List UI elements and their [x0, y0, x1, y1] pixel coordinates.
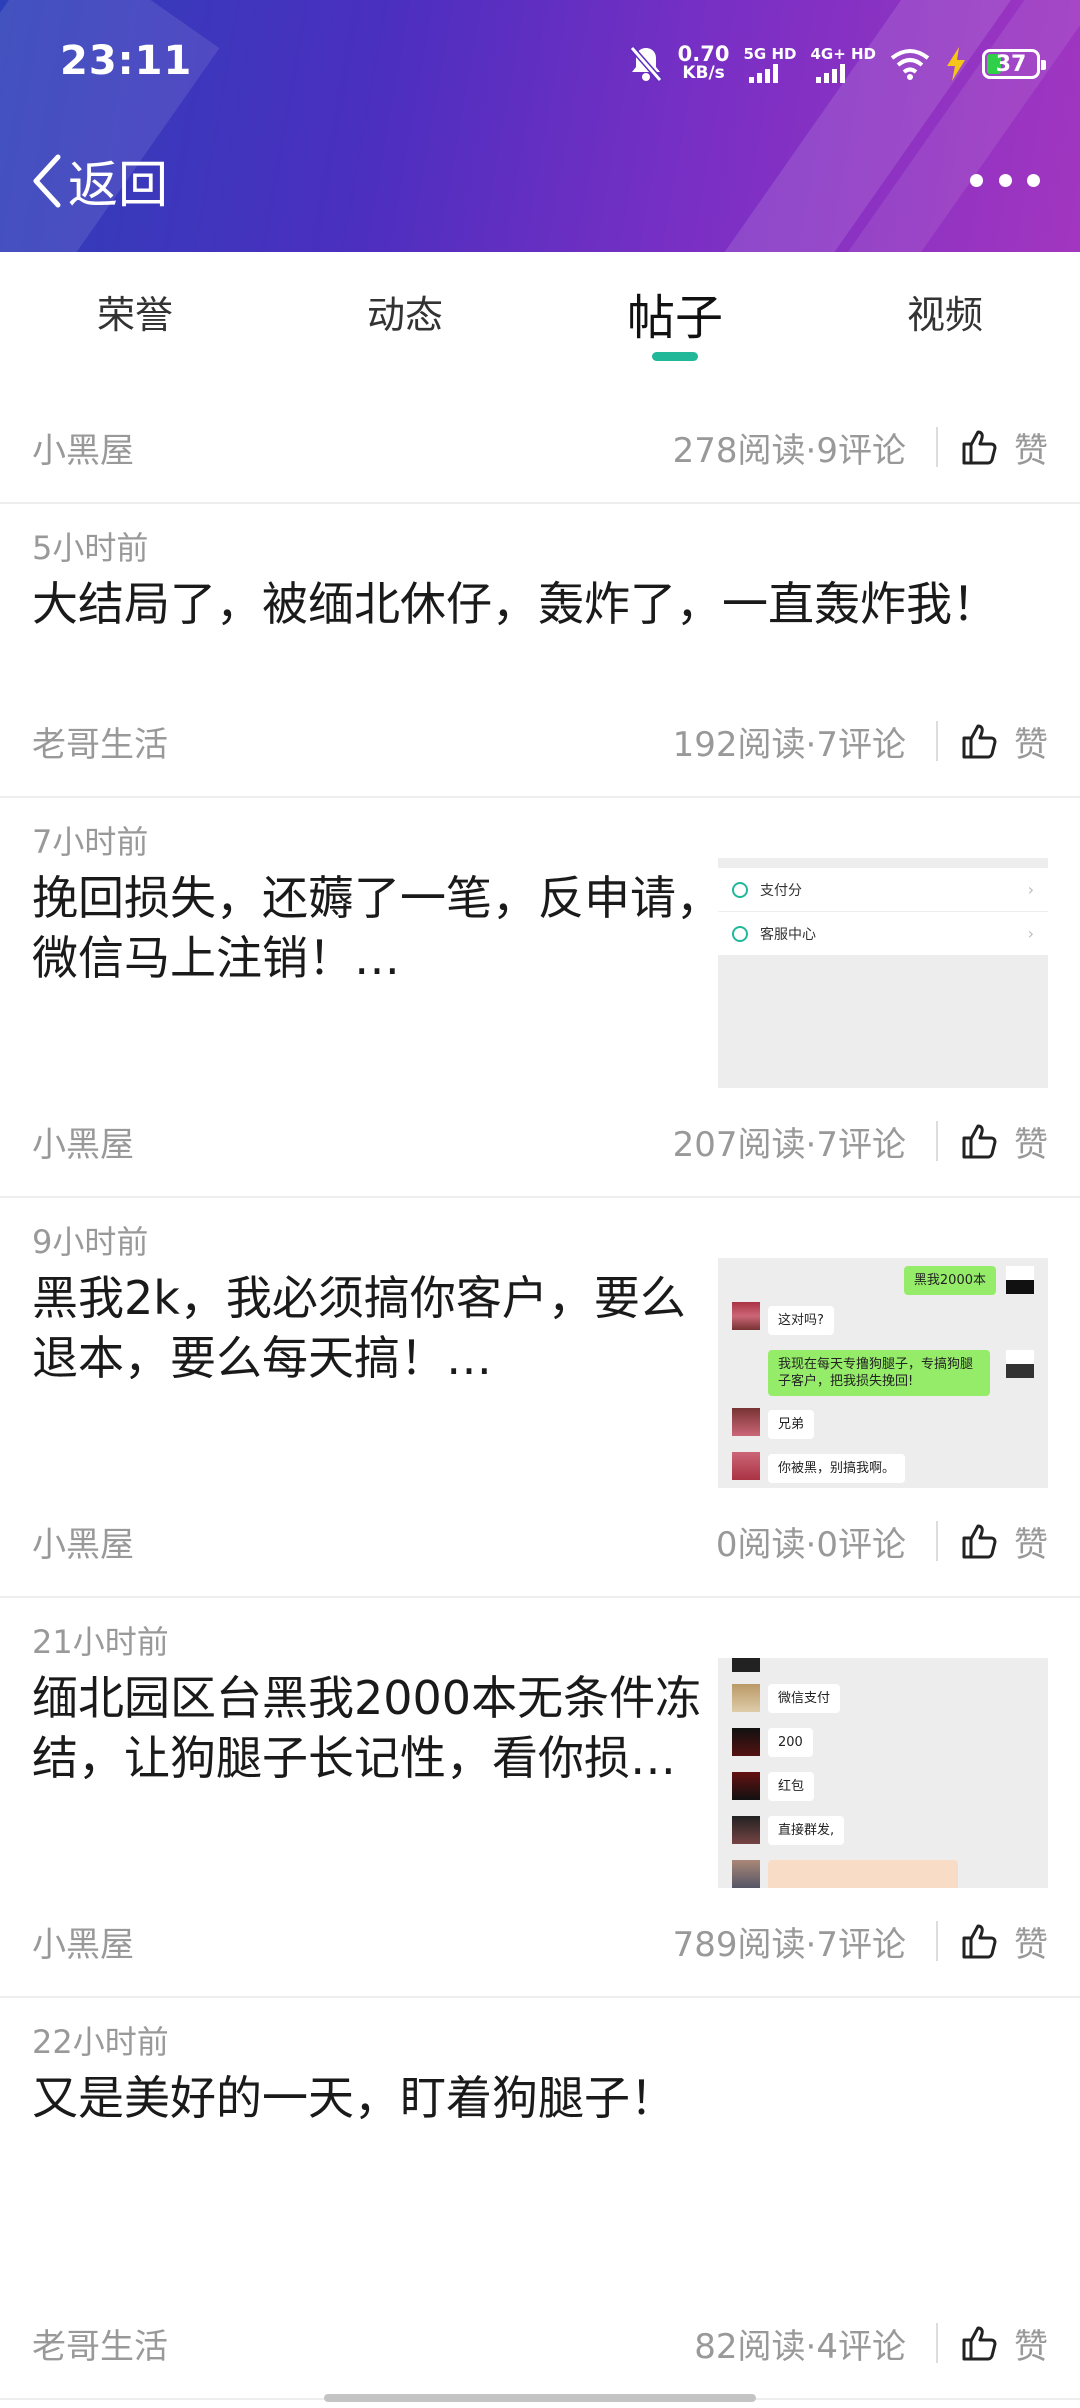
post-title: 又是美好的一天，盯着狗腿子！ [32, 2071, 676, 2125]
more-dots-icon[interactable] [970, 160, 1040, 200]
status-bar: 23:11 0.70 KB/s 5G HD 4G+ HD 37 [0, 0, 1080, 130]
post-thumbnail[interactable]: 微信支付 200 红包 直接群发, [718, 1658, 1048, 1888]
back-label: 返回 [68, 156, 168, 214]
post-card[interactable]: 22小时前 又是美好的一天，盯着狗腿子！ [0, 1998, 1080, 2288]
post-stats: 192阅读·7评论 [672, 724, 906, 765]
post-time: 22小时前 [32, 2023, 169, 2061]
wifi-icon [890, 49, 930, 80]
bell-off-icon [629, 46, 662, 82]
thumbs-up-icon [962, 724, 997, 759]
tab-active-indicator [652, 352, 698, 361]
post-stats: 0阅读·0评论 [715, 1524, 906, 1565]
post-title: 大结局了，被缅北休仔，轰炸了，一直轰炸我！ [32, 577, 998, 631]
thumbs-up-icon [962, 1924, 997, 1959]
thumbs-up-icon [962, 1524, 997, 1559]
tab-videos[interactable]: 视频 [810, 252, 1080, 392]
post-author[interactable]: 老哥生活 [32, 717, 168, 766]
post-author[interactable]: 小黑屋 [32, 1117, 134, 1166]
post-card[interactable]: 7小时前 挽回损失，还薅了一笔，反申请，微信马上注销！… 支付分 › 客服中心 › [0, 798, 1080, 1088]
post-title: 缅北园区台黑我2000本无条件冻结，让狗腿子长记性，看你损… [32, 1671, 702, 1785]
like-button[interactable]: 赞 [960, 423, 1048, 472]
post-stats: 789阅读·7评论 [672, 1924, 906, 1965]
post-stats: 278阅读·9评论 [672, 430, 906, 471]
tab-posts[interactable]: 帖子 [540, 252, 810, 392]
net-speed: 0.70 KB/s [677, 42, 730, 83]
post-card[interactable]: 9小时前 黑我2k，我必须搞你客户，要么退本，要么每天搞！… 黑我2000本 这… [0, 1198, 1080, 1488]
post-stats: 207阅读·7评论 [672, 1124, 906, 1165]
post-time: 5小时前 [32, 529, 149, 567]
post-feed: 小黑屋 278阅读·9评论 赞 5小时前 大结局了，被缅北休仔，轰炸了，一直轰炸… [0, 392, 1080, 2400]
thumbs-up-icon [962, 430, 997, 465]
post-meta-row: 小黑屋 789阅读·7评论 赞 [0, 1886, 1080, 1998]
post-title: 挽回损失，还薅了一笔，反申请，微信马上注销！… [32, 871, 722, 985]
like-button[interactable]: 赞 [960, 1917, 1048, 1966]
post-title: 黑我2k，我必须搞你客户，要么退本，要么每天搞！… [32, 1271, 686, 1385]
post-card[interactable]: 5小时前 大结局了，被缅北休仔，轰炸了，一直轰炸我！ [0, 504, 1080, 686]
sim2-signal: 4G+ HD [810, 45, 876, 83]
tab-activity[interactable]: 动态 [270, 252, 540, 392]
tab-bar: 荣誉 动态 帖子 视频 [0, 252, 1080, 392]
post-thumbnail[interactable]: 黑我2000本 这对吗? 我现在每天专撸狗腿子，专搞狗腿子客户，把我损失挽回! … [718, 1258, 1048, 1488]
post-stats: 82阅读·4评论 [694, 2326, 906, 2367]
thumbs-up-icon [962, 1124, 997, 1159]
post-meta-row: 老哥生活 82阅读·4评论 赞 [0, 2288, 1080, 2400]
chevron-left-icon [33, 154, 61, 208]
like-button[interactable]: 赞 [960, 717, 1048, 766]
post-author[interactable]: 小黑屋 [32, 423, 134, 472]
post-thumbnail[interactable]: 支付分 › 客服中心 › [718, 858, 1048, 1088]
post-author[interactable]: 小黑屋 [32, 1917, 134, 1966]
tab-honor[interactable]: 荣誉 [0, 252, 270, 392]
post-author[interactable]: 小黑屋 [32, 1517, 134, 1566]
back-button[interactable]: 返回 [28, 146, 168, 216]
post-card[interactable]: 21小时前 缅北园区台黑我2000本无条件冻结，让狗腿子长记性，看你损… 微信支… [0, 1598, 1080, 1888]
app-header: 23:11 0.70 KB/s 5G HD 4G+ HD 37 返回 [0, 0, 1080, 252]
post-author[interactable]: 老哥生活 [32, 2319, 168, 2368]
like-button[interactable]: 赞 [960, 1517, 1048, 1566]
thumbs-up-icon [962, 2326, 997, 2361]
sim1-signal: 5G HD [743, 45, 796, 83]
like-button[interactable]: 赞 [960, 2319, 1048, 2368]
status-time: 23:11 [60, 38, 193, 84]
post-meta-row: 小黑屋 278阅读·9评论 赞 [0, 392, 1080, 504]
battery-icon: 37 [982, 49, 1046, 79]
post-meta-row: 老哥生活 192阅读·7评论 赞 [0, 686, 1080, 798]
charging-bolt-icon [947, 47, 965, 81]
post-meta-row: 小黑屋 0阅读·0评论 赞 [0, 1486, 1080, 1598]
home-indicator[interactable] [324, 2394, 756, 2402]
like-button[interactable]: 赞 [960, 1117, 1048, 1166]
post-meta-row: 小黑屋 207阅读·7评论 赞 [0, 1086, 1080, 1198]
